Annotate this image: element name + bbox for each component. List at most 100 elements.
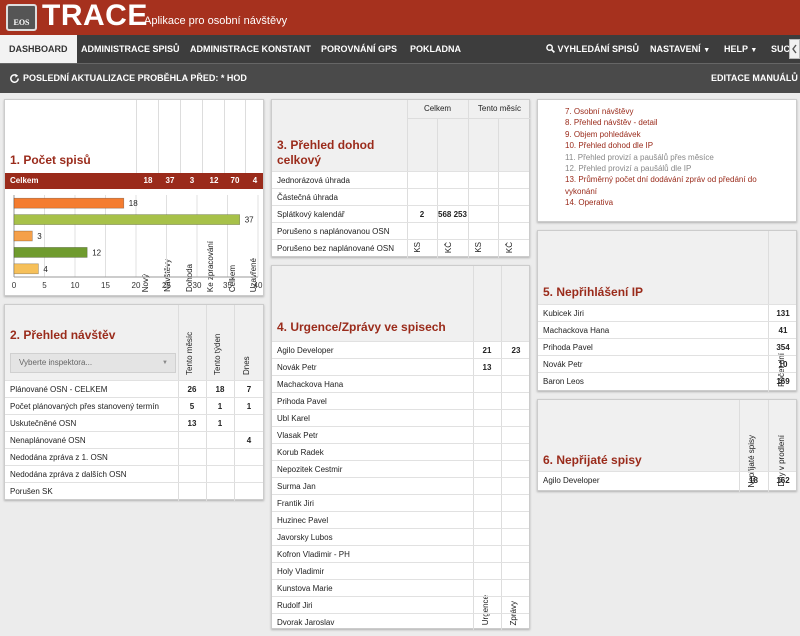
- row-label: Nepozitek Cestmir: [277, 465, 343, 474]
- info-bar: POSLEDNÍ AKTUALIZACE PROBĚHLA PŘED: * HO…: [0, 63, 800, 93]
- nav-administrace-konstant[interactable]: ADMINISTRACE KONSTANT: [190, 35, 311, 63]
- panel-report-links: 7. Osobní návštěvy 8. Přehled návštěv - d…: [537, 99, 797, 222]
- report-link[interactable]: 14. Operativa: [565, 197, 613, 208]
- cell-value: 1: [246, 402, 252, 411]
- row-label: Dvorak Jaroslav: [277, 618, 335, 627]
- table-row[interactable]: Porušen SK: [5, 482, 263, 499]
- bar: [13, 247, 88, 258]
- table-row[interactable]: Kubicek Jiri 131: [538, 304, 796, 321]
- cell-value: 18: [749, 476, 758, 485]
- table-row[interactable]: Novák Petr 13: [272, 358, 529, 375]
- report-link[interactable]: 12. Přehled provizí a paušálů dle IP: [565, 163, 691, 174]
- row-label: Novák Petr: [277, 363, 317, 372]
- caret-down-icon: ▼: [750, 47, 758, 54]
- nav-search[interactable]: VYHLEDÁNÍ SPISŮ: [546, 35, 639, 63]
- cell-value: 568 253: [438, 210, 467, 219]
- table-row[interactable]: Nedodána zpráva z 1. OSN: [5, 448, 263, 465]
- table-row[interactable]: Prihoda Pavel: [272, 392, 529, 409]
- x-tick-label: 5: [42, 281, 47, 290]
- report-link[interactable]: 9. Objem pohledávek: [565, 129, 641, 140]
- table-row[interactable]: Machackova Hana: [272, 375, 529, 392]
- nav-settings[interactable]: NASTAVENÍ ▼: [650, 35, 710, 63]
- table-row[interactable]: Kofron Vladimir - PH: [272, 545, 529, 562]
- group-header-month: Tento měsíc: [477, 104, 522, 113]
- row-label: Baron Leos: [543, 377, 584, 386]
- table-row[interactable]: Baron Leos 169: [538, 372, 796, 389]
- report-link[interactable]: vykonání: [565, 186, 597, 197]
- nav-pokladna[interactable]: POKLADNA: [410, 35, 461, 63]
- table-row[interactable]: Huzinec Pavel: [272, 511, 529, 528]
- cell-value: 1: [217, 419, 223, 428]
- table-row[interactable]: Korub Radek: [272, 443, 529, 460]
- eos-logo[interactable]: EOS: [6, 4, 37, 31]
- table-row[interactable]: Novák Petr 10: [538, 355, 796, 372]
- cell-value: 13: [482, 363, 492, 372]
- table-row[interactable]: Javorsky Lubos: [272, 528, 529, 545]
- cell-value: 354: [776, 343, 790, 352]
- cell-value: 21: [482, 346, 492, 355]
- bar: [13, 214, 240, 225]
- total-label: Celkem: [10, 176, 39, 185]
- table-row[interactable]: Počet plánovaných přes stanovený termín 5…: [5, 397, 263, 414]
- cell-value: 1: [217, 402, 223, 411]
- table-row[interactable]: Machackova Hana 41: [538, 321, 796, 338]
- x-tick-label: 0: [12, 281, 17, 290]
- table-row[interactable]: Plánované OSN - CELKEM 26 18 7: [5, 380, 263, 397]
- cell-value: 131: [776, 309, 790, 318]
- table-row[interactable]: Surma Jan: [272, 477, 529, 494]
- report-link[interactable]: 10. Přehled dohod dle IP: [565, 140, 653, 151]
- table-row[interactable]: Částečná úhrada: [272, 188, 529, 205]
- report-link[interactable]: 7. Osobní návštěvy: [565, 106, 633, 117]
- row-label: Nedodána zpráva z 1. OSN: [10, 453, 108, 462]
- scrollbar[interactable]: [789, 39, 800, 59]
- cell-value: 7: [246, 385, 252, 394]
- x-tick-label: 20: [132, 281, 141, 290]
- row-label: Frantik Jiri: [277, 499, 314, 508]
- row-label: Huzinec Pavel: [277, 516, 329, 525]
- table-row[interactable]: Nepozitek Cestmir: [272, 460, 529, 477]
- table-row[interactable]: Porušeno s naplánovanou OSN: [272, 222, 529, 239]
- table-row[interactable]: Uskutečněné OSN 13 1: [5, 414, 263, 431]
- logo-text: EOS: [13, 18, 30, 27]
- nav-dashboard[interactable]: DASHBOARD: [0, 35, 77, 63]
- group-header-total: Celkem: [423, 104, 452, 113]
- table-row[interactable]: Rudolf Jiri: [272, 596, 529, 613]
- nav-help[interactable]: HELP ▼: [724, 35, 757, 63]
- inspector-select[interactable]: Vyberte inspektora... ▼: [10, 353, 176, 373]
- row-label: Korub Radek: [277, 448, 324, 457]
- nav-search-label: VYHLEDÁNÍ SPISŮ: [557, 44, 640, 54]
- table-row[interactable]: Kunstova Marie: [272, 579, 529, 596]
- table-row[interactable]: Vlasak Petr: [272, 426, 529, 443]
- row-label: Nenaplánované OSN: [10, 436, 86, 445]
- row-label: Uskutečněné OSN: [10, 419, 77, 428]
- report-link[interactable]: 13. Průměrný počet dní dodávání zpráv od…: [565, 174, 757, 185]
- table-row[interactable]: Holy Vladimir: [272, 562, 529, 579]
- table-row[interactable]: Prihoda Pavel 354: [538, 338, 796, 355]
- table-row[interactable]: Porušeno bez naplánované OSN: [272, 239, 529, 256]
- nav-administrace-spisu[interactable]: ADMINISTRACE SPISŮ: [81, 35, 180, 63]
- app-title: TRACE: [42, 0, 148, 32]
- row-label: Agilo Developer: [543, 476, 600, 485]
- row-label: Machackova Hana: [277, 380, 344, 389]
- table-row[interactable]: Splátkový kalendář 2 568 253: [272, 205, 529, 222]
- row-label: Částečná úhrada: [277, 193, 338, 202]
- table-row[interactable]: Nenaplánované OSN 4: [5, 431, 263, 448]
- table-row[interactable]: Ubl Karel: [272, 409, 529, 426]
- table-row[interactable]: Nedodána zpráva z dalších OSN: [5, 465, 263, 482]
- refresh-icon[interactable]: [9, 73, 20, 84]
- report-link[interactable]: 8. Přehled návštěv - detail: [565, 117, 658, 128]
- row-label: Agilo Developer: [277, 346, 334, 355]
- report-link[interactable]: 11. Přehled provizí a paušálů přes měsíc…: [565, 152, 714, 163]
- table-row[interactable]: Agilo Developer 18 162: [538, 471, 796, 488]
- table-row[interactable]: Jednorázová úhrada: [272, 171, 529, 188]
- nav-cut-item[interactable]: SUC: [771, 35, 790, 63]
- total-value: 18: [143, 176, 153, 185]
- table-row[interactable]: Dvorak Jaroslav: [272, 613, 529, 630]
- nav-porovnani-gps[interactable]: POROVNÁNÍ GPS: [321, 35, 397, 63]
- edit-manuals-link[interactable]: EDITACE MANUÁLŮ: [711, 73, 798, 83]
- cell-value: 26: [187, 385, 197, 394]
- bar: [13, 263, 39, 275]
- table-row[interactable]: Agilo Developer 21 23: [272, 341, 529, 358]
- bar: [13, 230, 33, 242]
- table-row[interactable]: Frantik Jiri: [272, 494, 529, 511]
